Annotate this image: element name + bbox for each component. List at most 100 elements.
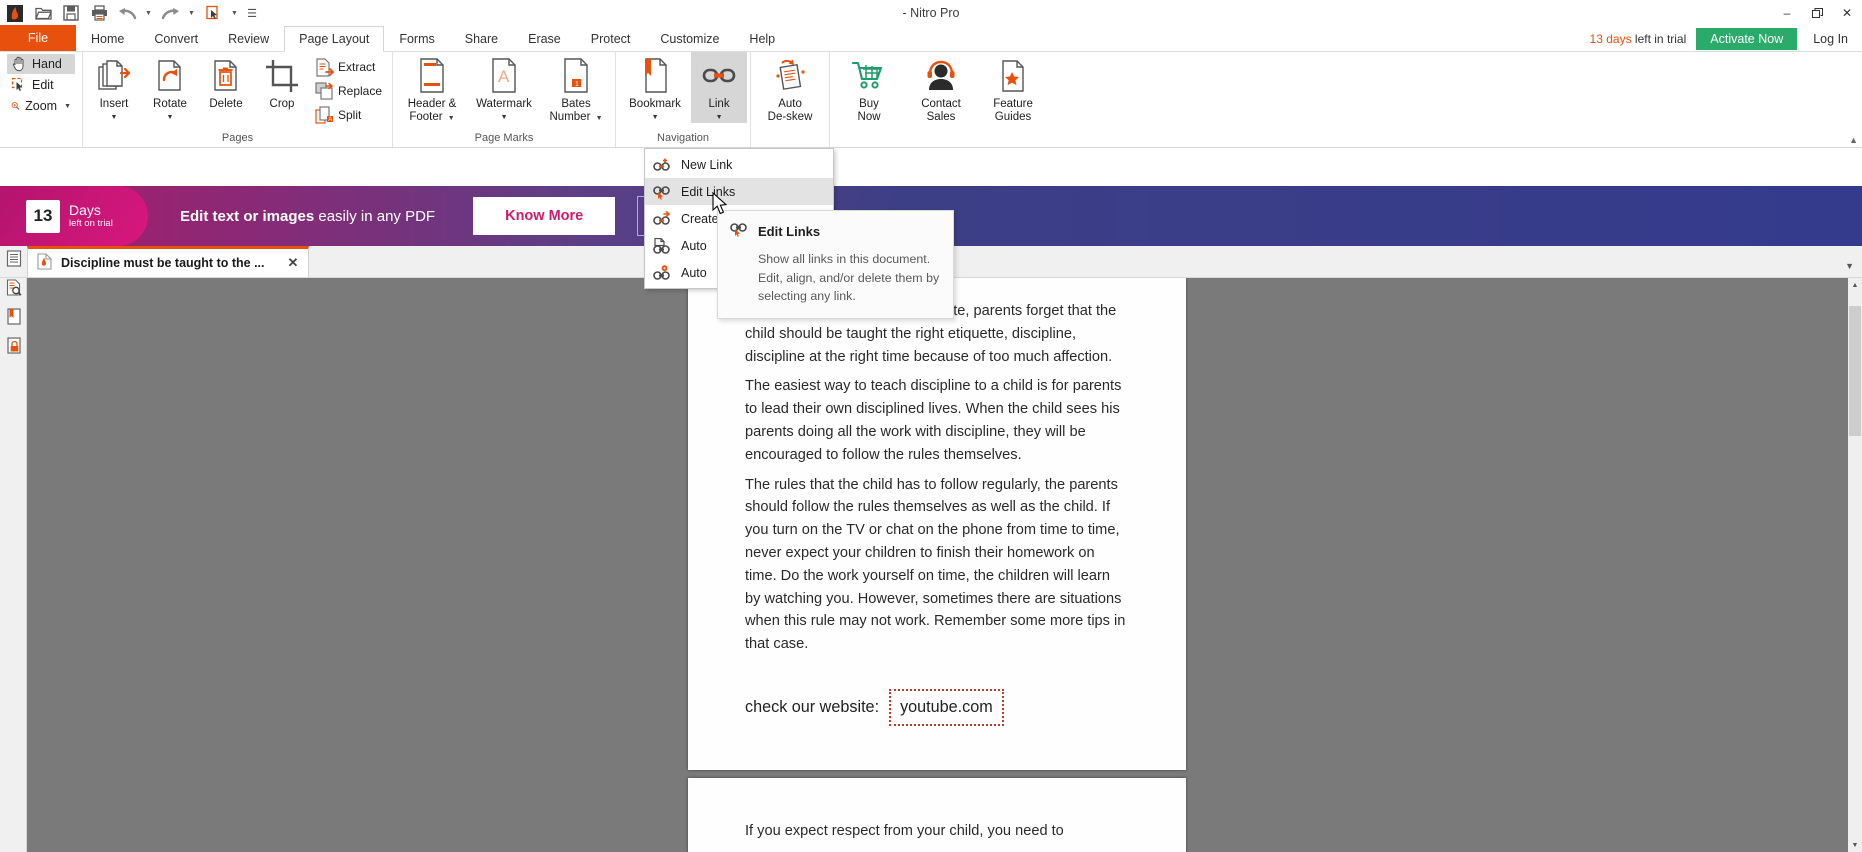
login-button[interactable]: Log In [1807, 32, 1854, 46]
feature-guides-button[interactable]: Feature Guides [977, 52, 1049, 123]
scrollbar-thumb[interactable] [1849, 306, 1861, 436]
menu-item-edit-links[interactable]: Edit Links [645, 178, 833, 205]
bates-caret-icon[interactable]: ▼ [596, 115, 603, 122]
insert-pages-button[interactable]: Insert ▼ [86, 52, 142, 123]
auto-deskew-label: Auto De-skew [768, 98, 813, 123]
paragraph-2: The easiest way to teach discipline to a… [745, 378, 1122, 463]
tab-forms[interactable]: Forms [384, 25, 449, 51]
redo-icon[interactable] [157, 1, 183, 25]
link-dropdown-caret-icon[interactable]: ▼ [716, 112, 723, 123]
close-icon[interactable]: ✕ [288, 255, 299, 271]
bookmarks-panel-icon[interactable] [3, 303, 25, 329]
trial-days-badge: 13 Days left on trial [0, 186, 148, 246]
scroll-up-icon[interactable]: ▲ [1848, 278, 1862, 292]
tool-column: Hand Edit Zoom ▼ [3, 52, 79, 118]
tab-file[interactable]: File [0, 25, 76, 51]
bookmark-caret-icon[interactable]: ▼ [652, 112, 659, 123]
qat-customize-icon[interactable]: ☰ [243, 1, 261, 25]
tab-protect[interactable]: Protect [576, 25, 646, 51]
new-link-icon [653, 156, 671, 174]
buy-now-ribbon-label: Buy Now [858, 98, 881, 123]
bookmark-label: Bookmark [629, 98, 681, 110]
know-more-button[interactable]: Know More [473, 197, 616, 235]
ribbon-group-promo: Buy Now Contact Sales Feature Guides [830, 52, 1052, 147]
guides-line1: Feature [993, 98, 1033, 110]
contact-sales-button[interactable]: Contact Sales [905, 52, 977, 123]
search-document-icon[interactable] [3, 274, 25, 300]
close-button[interactable]: ✕ [1832, 0, 1862, 26]
doc-tab-scroll-down-icon[interactable]: ▼ [1845, 261, 1854, 271]
qat-more-caret-icon[interactable]: ▼ [228, 1, 241, 25]
security-panel-icon[interactable] [3, 332, 25, 358]
save-icon[interactable] [58, 1, 84, 25]
header-footer-button[interactable]: Header & Footer ▼ [396, 52, 468, 125]
collapse-ribbon-icon[interactable]: ▲ [1849, 135, 1858, 145]
edit-links-icon [653, 183, 671, 201]
restore-button[interactable] [1802, 0, 1832, 26]
tab-customize[interactable]: Customize [645, 25, 734, 51]
undo-icon[interactable] [114, 1, 140, 25]
print-icon[interactable] [86, 1, 112, 25]
activate-now-button[interactable]: Activate Now [1696, 28, 1798, 50]
tab-review[interactable]: Review [213, 25, 284, 51]
rotate-dropdown-caret-icon[interactable]: ▼ [167, 112, 174, 123]
extract-label: Extract [338, 60, 376, 74]
select-icon[interactable] [200, 1, 226, 25]
watermark-button[interactable]: A Watermark ▼ [468, 52, 540, 123]
buy-now-ribbon-button[interactable]: Buy Now [833, 52, 905, 123]
crop-button[interactable]: Crop [254, 52, 310, 111]
edit-select-icon [11, 77, 23, 91]
tab-page-layout[interactable]: Page Layout [284, 26, 385, 52]
replace-button[interactable]: Replace [312, 79, 387, 103]
delete-page-button[interactable]: Delete [198, 52, 254, 111]
hand-icon [13, 56, 24, 72]
svg-text:A: A [328, 117, 332, 123]
watermark-caret-icon[interactable]: ▼ [501, 112, 508, 123]
extract-button[interactable]: Extract [312, 55, 387, 79]
bookmark-button[interactable]: Bookmark ▼ [619, 52, 691, 123]
tab-home[interactable]: Home [76, 25, 139, 51]
banner-message: Edit text or images easily in any PDF [180, 208, 435, 225]
watermark-icon: A [487, 56, 521, 96]
page-thumbnails-icon[interactable] [3, 245, 25, 271]
document-viewport[interactable]: Since the child is very affectionate, pa… [27, 278, 1862, 852]
tab-convert[interactable]: Convert [139, 25, 213, 51]
insert-dropdown-caret-icon[interactable]: ▼ [111, 112, 118, 123]
tab-help[interactable]: Help [734, 25, 790, 51]
trial-days-count: 13 days [1589, 32, 1632, 46]
rotate-page-button[interactable]: Rotate ▼ [142, 52, 198, 123]
tool-zoom[interactable]: Zoom ▼ [7, 96, 75, 116]
insert-pages-label: Insert [99, 98, 129, 110]
edit-links-tooltip: Edit Links Show all links in this docume… [717, 210, 954, 319]
bates-number-button[interactable]: 1 Bates Number ▼ [540, 52, 612, 125]
paragraph-3: The rules that the child has to follow r… [745, 476, 1126, 653]
split-button[interactable]: A Split [312, 103, 387, 127]
scroll-down-icon[interactable]: ▼ [1848, 838, 1862, 852]
tool-hand[interactable]: Hand [7, 54, 75, 74]
nitro-logo-icon[interactable] [2, 1, 28, 25]
tab-erase[interactable]: Erase [513, 25, 576, 51]
document-tab[interactable]: Discipline must be taught to the ... ✕ [27, 246, 310, 277]
ribbon-group-pages: Insert ▼ Rotate ▼ Delete Crop Extract Re… [83, 52, 394, 147]
link-button[interactable]: Link ▼ [691, 52, 748, 123]
redo-dropdown-caret-icon[interactable]: ▼ [185, 1, 198, 25]
menu-item-new-link[interactable]: New Link [645, 151, 833, 178]
contact-line2: Sales [926, 110, 956, 123]
bates-number-label: Bates Number ▼ [550, 98, 603, 125]
vertical-scrollbar[interactable]: ▲ ▼ [1848, 278, 1862, 852]
undo-dropdown-caret-icon[interactable]: ▼ [142, 1, 155, 25]
ribbon-group-tools: Hand Edit Zoom ▼ [0, 52, 83, 147]
deskew-line2: De-skew [767, 110, 813, 123]
link-label: Link [708, 98, 730, 110]
minimize-button[interactable]: – [1772, 0, 1802, 26]
menu-item-auto-link-label: Auto [681, 238, 707, 253]
tool-edit[interactable]: Edit [7, 75, 75, 95]
tab-share[interactable]: Share [450, 25, 513, 51]
zoom-dropdown-caret-icon[interactable]: ▼ [64, 103, 71, 110]
feature-guides-label: Feature Guides [993, 98, 1033, 123]
link-icon [702, 56, 736, 96]
header-footer-caret-icon[interactable]: ▼ [448, 115, 455, 122]
pdf-link-annotation[interactable]: youtube.com [889, 688, 1004, 726]
auto-deskew-button[interactable]: Auto De-skew [754, 52, 826, 123]
open-icon[interactable] [30, 1, 56, 25]
